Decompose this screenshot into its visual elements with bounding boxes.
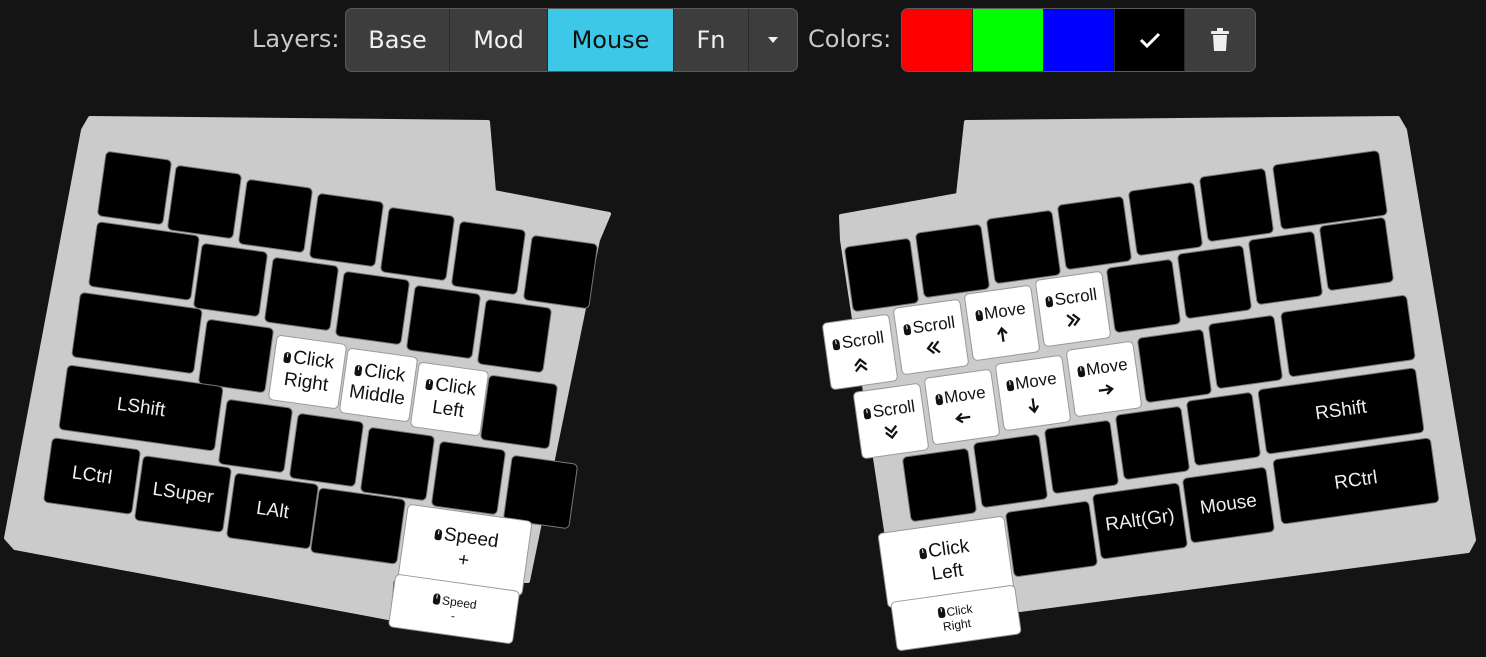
arrow-dup-icon	[854, 357, 868, 372]
key-label: Move	[1005, 369, 1061, 417]
key-label: Scroll	[832, 328, 889, 376]
key-text: Scroll	[911, 312, 957, 338]
key-r-r0-5[interactable]	[1198, 167, 1275, 243]
key-r-r0-4[interactable]	[1127, 181, 1204, 257]
arrow-dright-icon	[1066, 313, 1081, 327]
key-r-r0-1[interactable]	[914, 223, 991, 299]
key-r-r0-2[interactable]	[985, 209, 1062, 285]
mouse-icon	[863, 408, 872, 420]
mouse-icon	[1076, 365, 1086, 378]
mouse-layer-key[interactable]: Mouse	[1181, 466, 1276, 544]
mouse-icon	[918, 547, 928, 560]
mouse-icon	[903, 324, 912, 336]
key-label: Scroll	[903, 313, 960, 361]
key-label: RShift	[1314, 396, 1368, 426]
arrow-ddown-icon	[884, 424, 898, 439]
key-label: Scroll	[1045, 285, 1102, 333]
key-label: Click Right	[936, 601, 976, 634]
arrow-down-icon	[1028, 397, 1040, 414]
key-r-r1-2[interactable]	[1247, 230, 1324, 306]
scroll-up-key[interactable]: Scroll	[821, 313, 899, 391]
move-up-key[interactable]: Move	[963, 284, 1041, 362]
mouse-icon	[934, 393, 944, 406]
key-text: Scroll	[840, 327, 886, 353]
key-r-r2-0[interactable]	[1136, 328, 1213, 404]
key-r-r3-1[interactable]	[972, 433, 1049, 509]
arrow-dleft-icon	[926, 340, 941, 354]
move-right-key[interactable]: Move	[1065, 340, 1143, 418]
key-text: RCtrl	[1332, 466, 1379, 494]
key-r-r3-0[interactable]	[901, 447, 978, 523]
key-label: Move	[974, 299, 1030, 347]
key-text: Move	[1084, 354, 1129, 380]
mouse-icon	[936, 606, 946, 619]
mouse-icon	[1005, 379, 1015, 392]
ralt-key[interactable]: RAlt(Gr)	[1091, 482, 1189, 560]
arrow-right-icon	[1098, 383, 1114, 395]
mouse-icon	[832, 339, 841, 351]
mouse-icon	[1045, 296, 1054, 308]
arrow-up-icon	[996, 326, 1008, 342]
key-r-r0-3[interactable]	[1056, 195, 1133, 271]
key-label: RCtrl	[1333, 467, 1379, 496]
scroll-right-key[interactable]: Scroll	[1034, 270, 1112, 348]
key-text: RAlt(Gr)	[1103, 504, 1176, 536]
key-r-r1-1[interactable]	[1176, 244, 1253, 320]
key-r-r3-4[interactable]	[1185, 391, 1262, 467]
key-r-r4-0[interactable]	[1004, 500, 1099, 578]
key-r-r0-0[interactable]	[843, 237, 920, 313]
key-r-r1-3[interactable]	[1318, 216, 1395, 292]
key-label: Move	[1076, 355, 1132, 403]
key-label: Move	[934, 383, 990, 431]
move-down-key[interactable]: Move	[994, 354, 1072, 432]
scroll-down-key[interactable]: Scroll	[852, 382, 930, 460]
key-text: Move	[942, 382, 987, 408]
key-label: Scroll	[863, 397, 920, 445]
key-text: RShift	[1313, 396, 1368, 425]
key-text: Move	[982, 298, 1027, 324]
key-label: Click Left	[918, 536, 974, 588]
key-label: RAlt(Gr)	[1104, 505, 1176, 537]
mouse-icon	[974, 309, 984, 322]
key-r-r1-0[interactable]	[1105, 258, 1182, 334]
key-text: Move	[1013, 368, 1058, 394]
move-left-key[interactable]: Move	[923, 368, 1001, 446]
key-r-r3-2[interactable]	[1043, 419, 1120, 495]
key-r-r2-1[interactable]	[1207, 314, 1284, 390]
key-text: Click	[926, 535, 971, 563]
key-text: Scroll	[871, 396, 917, 422]
scroll-left-key[interactable]: Scroll	[892, 298, 970, 376]
key-r-r3-3[interactable]	[1114, 405, 1191, 481]
arrow-left-icon	[954, 412, 971, 424]
key-text: Mouse	[1198, 489, 1259, 519]
key-label: Mouse	[1199, 490, 1259, 521]
key-text: Scroll	[1053, 284, 1099, 310]
